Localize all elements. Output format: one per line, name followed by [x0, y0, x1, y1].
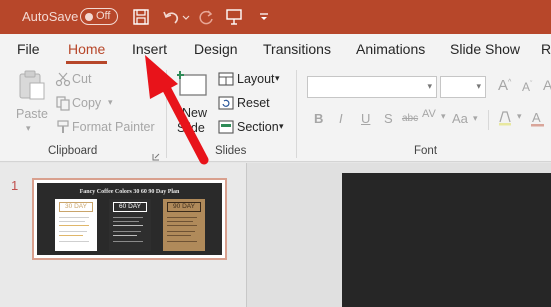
ribbon-tabs: File Home Insert Design Transitions Anim…: [0, 34, 551, 64]
paste-dropdown-icon[interactable]: ▾: [26, 123, 31, 134]
thumbnail-column-90: 90 DAY: [163, 199, 205, 251]
present-icon[interactable]: [223, 6, 245, 28]
save-icon[interactable]: [130, 6, 152, 28]
copy-icon[interactable]: [55, 95, 71, 111]
new-slide-label-line2[interactable]: Slide: [177, 121, 205, 135]
font-color-button[interactable]: A: [529, 109, 547, 130]
autosave-label: AutoSave: [22, 9, 79, 24]
change-case-button[interactable]: Aa: [452, 111, 468, 126]
new-slide-label-line1[interactable]: New: [182, 106, 207, 120]
font-group-label: Font: [414, 145, 438, 157]
underline-button[interactable]: U: [361, 111, 370, 126]
italic-button[interactable]: I: [339, 111, 343, 126]
strikethrough-button[interactable]: abc: [402, 113, 418, 124]
font-name-combobox[interactable]: ▾: [307, 76, 437, 98]
change-case-dropdown-icon[interactable]: ▾: [473, 113, 478, 124]
text-line: [167, 235, 191, 236]
thumbnail-column-header: 90 DAY: [167, 202, 201, 212]
text-line: [59, 217, 89, 218]
text-line: [167, 231, 195, 232]
section-dropdown-icon[interactable]: ▾: [279, 121, 284, 132]
text-line: [113, 221, 139, 222]
text-line: [59, 231, 87, 232]
autosave-toggle[interactable]: Off: [80, 8, 118, 25]
cut-icon[interactable]: [55, 71, 71, 87]
text-line: [167, 241, 197, 242]
character-spacing-dropdown-icon[interactable]: ▾: [441, 111, 446, 122]
tab-insert[interactable]: Insert: [132, 41, 167, 57]
tab-slide-show[interactable]: Slide Show: [450, 41, 520, 57]
clear-formatting-icon[interactable]: A: [543, 77, 551, 93]
slide-thumbnail[interactable]: Fancy Coffee Colors 30 60 90 Day Plan 30…: [32, 178, 227, 260]
text-line: [59, 241, 89, 242]
reset-icon[interactable]: [218, 95, 234, 111]
tab-transitions[interactable]: Transitions: [263, 41, 331, 57]
tab-home[interactable]: Home: [68, 41, 105, 57]
text-line: [167, 225, 197, 226]
text-line: [113, 235, 137, 236]
increase-font-size-icon[interactable]: A^: [498, 77, 511, 94]
paste-button[interactable]: Paste: [16, 107, 48, 121]
layout-icon[interactable]: [218, 71, 234, 87]
clipboard-launcher-icon[interactable]: [152, 148, 160, 161]
slides-group-label: Slides: [215, 145, 247, 157]
copy-button[interactable]: Copy: [72, 96, 101, 110]
ribbon: Paste ▾ Cut Copy ▾ Format Painter Clipbo…: [0, 64, 551, 162]
thumbnail-column-30: 30 DAY: [55, 199, 97, 251]
font-name-dropdown-icon[interactable]: ▾: [427, 81, 432, 92]
main-slide-canvas[interactable]: [342, 173, 551, 307]
section-button[interactable]: Section: [237, 120, 279, 134]
toggle-knob: [85, 12, 93, 21]
text-line: [113, 231, 141, 232]
cut-button[interactable]: Cut: [72, 72, 91, 86]
thumbnail-column-60: 60 DAY: [109, 199, 151, 251]
tab-animations[interactable]: Animations: [356, 41, 425, 57]
text-line: [167, 217, 197, 218]
text-line: [59, 225, 89, 226]
thumbnail-column-header: 60 DAY: [113, 202, 147, 212]
font-size-combobox[interactable]: ▾: [440, 76, 486, 98]
undo-icon[interactable]: [160, 6, 192, 28]
reset-button[interactable]: Reset: [237, 96, 270, 110]
new-slide-icon[interactable]: [177, 69, 209, 101]
title-bar: AutoSave Off: [0, 0, 551, 34]
redo-icon[interactable]: [195, 6, 217, 28]
character-spacing-button[interactable]: AV: [422, 108, 436, 120]
highlight-color-button[interactable]: [496, 108, 514, 129]
svg-text:A: A: [532, 110, 541, 125]
layout-dropdown-icon[interactable]: ▾: [275, 73, 280, 84]
decrease-font-size-icon[interactable]: Aˇ: [522, 80, 532, 94]
layout-button[interactable]: Layout: [237, 72, 275, 86]
tab-overflow[interactable]: R: [541, 41, 551, 57]
slide-number: 1: [11, 178, 19, 193]
paste-icon[interactable]: [16, 69, 46, 101]
thumbnail-content: Fancy Coffee Colors 30 60 90 Day Plan 30…: [37, 183, 222, 255]
section-icon[interactable]: [218, 119, 234, 135]
font-size-dropdown-icon[interactable]: ▾: [476, 81, 481, 92]
font-row-separator: [488, 110, 489, 130]
highlight-dropdown-icon[interactable]: ▾: [517, 111, 522, 122]
format-painter-icon[interactable]: [55, 119, 71, 135]
group-separator: [296, 70, 297, 158]
text-shadow-button[interactable]: S: [384, 111, 393, 126]
tab-design[interactable]: Design: [194, 41, 238, 57]
autosave-toggle-state: Off: [96, 10, 111, 22]
text-line: [113, 241, 143, 242]
bold-button[interactable]: B: [314, 111, 323, 126]
tab-file[interactable]: File: [17, 41, 40, 57]
text-line: [59, 221, 85, 222]
text-line: [113, 225, 143, 226]
group-separator: [166, 70, 167, 158]
copy-dropdown-icon[interactable]: ▾: [108, 97, 113, 108]
thumbnail-title: Fancy Coffee Colors 30 60 90 Day Plan: [79, 189, 180, 195]
text-line: [113, 217, 143, 218]
format-painter-button[interactable]: Format Painter: [72, 120, 155, 134]
customize-qat-icon[interactable]: [253, 6, 275, 28]
text-line: [167, 221, 193, 222]
text-line: [59, 235, 83, 236]
thumbnail-column-header: 30 DAY: [59, 202, 93, 212]
clipboard-group-label: Clipboard: [48, 145, 98, 157]
